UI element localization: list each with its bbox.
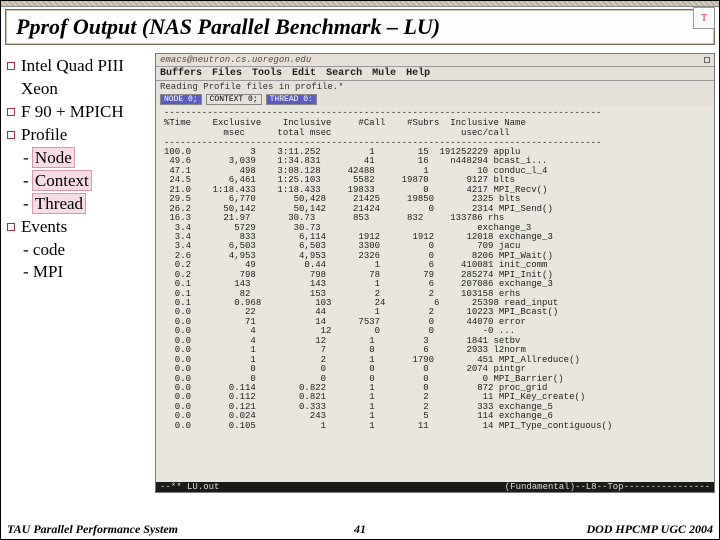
menu-files[interactable]: Files	[212, 68, 242, 79]
menubar: Buffers Files Tools Edit Search Mule Hel…	[156, 67, 714, 81]
sub-bullet: - MPI	[23, 261, 151, 284]
window-titlebar: emacs@neutron.cs.uoregon.edu	[156, 54, 714, 67]
menu-tools[interactable]: Tools	[252, 68, 282, 79]
context-highlight: Context	[33, 171, 91, 190]
emacs-statusbar: --** LU.out (Fundamental)--L8--Top------…	[156, 482, 714, 492]
thread-highlight: Thread	[33, 194, 85, 213]
menu-help[interactable]: Help	[406, 68, 430, 79]
footer-page: 41	[354, 522, 366, 537]
profile-table: ----------------------------------------…	[156, 106, 714, 482]
mpi-label: MPI	[33, 262, 63, 281]
bullet-3: Events	[21, 216, 151, 239]
table-row: 0.0 0.105 1 1 11 14 MPI_Type_contiguous(…	[164, 422, 710, 431]
slide-title: Pprof Output (NAS Parallel Benchmark – L…	[5, 9, 715, 45]
status-right: (Fundamental)--L8--Top----------------	[505, 482, 710, 492]
footer-left: TAU Parallel Performance System	[7, 522, 178, 537]
node-tag: NODE 0;	[160, 94, 202, 105]
table-columns: %Time Exclusive Inclusive #Call #Subrs I…	[164, 118, 710, 138]
bullet-square-icon	[7, 131, 15, 139]
slide-footer: TAU Parallel Performance System 41 DOD H…	[1, 522, 719, 537]
subheader: Reading Profile files in profile.*	[156, 81, 714, 93]
bullet-square-icon	[7, 62, 15, 70]
context-tag: CONTEXT 0;	[206, 94, 262, 105]
main-area: Intel Quad PIII Xeon F 90 + MPICH Profil…	[1, 45, 719, 493]
sub-bullet: - Context	[23, 170, 151, 193]
table-dashes: ----------------------------------------…	[164, 108, 710, 118]
thread-tag: THREAD 0:	[266, 94, 317, 105]
menu-mule[interactable]: Mule	[372, 68, 396, 79]
emacs-window: emacs@neutron.cs.uoregon.edu Buffers Fil…	[155, 53, 715, 493]
footer-right: DOD HPCMP UGC 2004	[586, 522, 713, 537]
status-left: --** LU.out	[160, 482, 219, 492]
logo-icon: T	[693, 7, 715, 29]
sub-bullet: - code	[23, 239, 151, 262]
bullet-list: Intel Quad PIII Xeon F 90 + MPICH Profil…	[5, 53, 151, 493]
sub-bullet: - Node	[23, 147, 151, 170]
code-label: code	[33, 240, 65, 259]
bullet-square-icon	[7, 108, 15, 116]
bullet-square-icon	[7, 223, 15, 231]
menu-search[interactable]: Search	[326, 68, 362, 79]
menu-edit[interactable]: Edit	[292, 68, 316, 79]
reading-text: Reading Profile files in profile.*	[160, 82, 344, 92]
node-highlight: Node	[33, 148, 74, 167]
menu-buffers[interactable]: Buffers	[160, 68, 202, 79]
sub-bullet: - Thread	[23, 193, 151, 216]
window-title-text: emacs@neutron.cs.uoregon.edu	[160, 55, 311, 65]
top-texture	[1, 1, 719, 7]
bullet-1: F 90 + MPICH	[21, 101, 151, 124]
tag-row: NODE 0; CONTEXT 0; THREAD 0:	[156, 93, 714, 106]
bullet-0: Intel Quad PIII Xeon	[21, 55, 151, 101]
bullet-2: Profile	[21, 124, 151, 147]
window-button-icon[interactable]	[704, 57, 710, 63]
